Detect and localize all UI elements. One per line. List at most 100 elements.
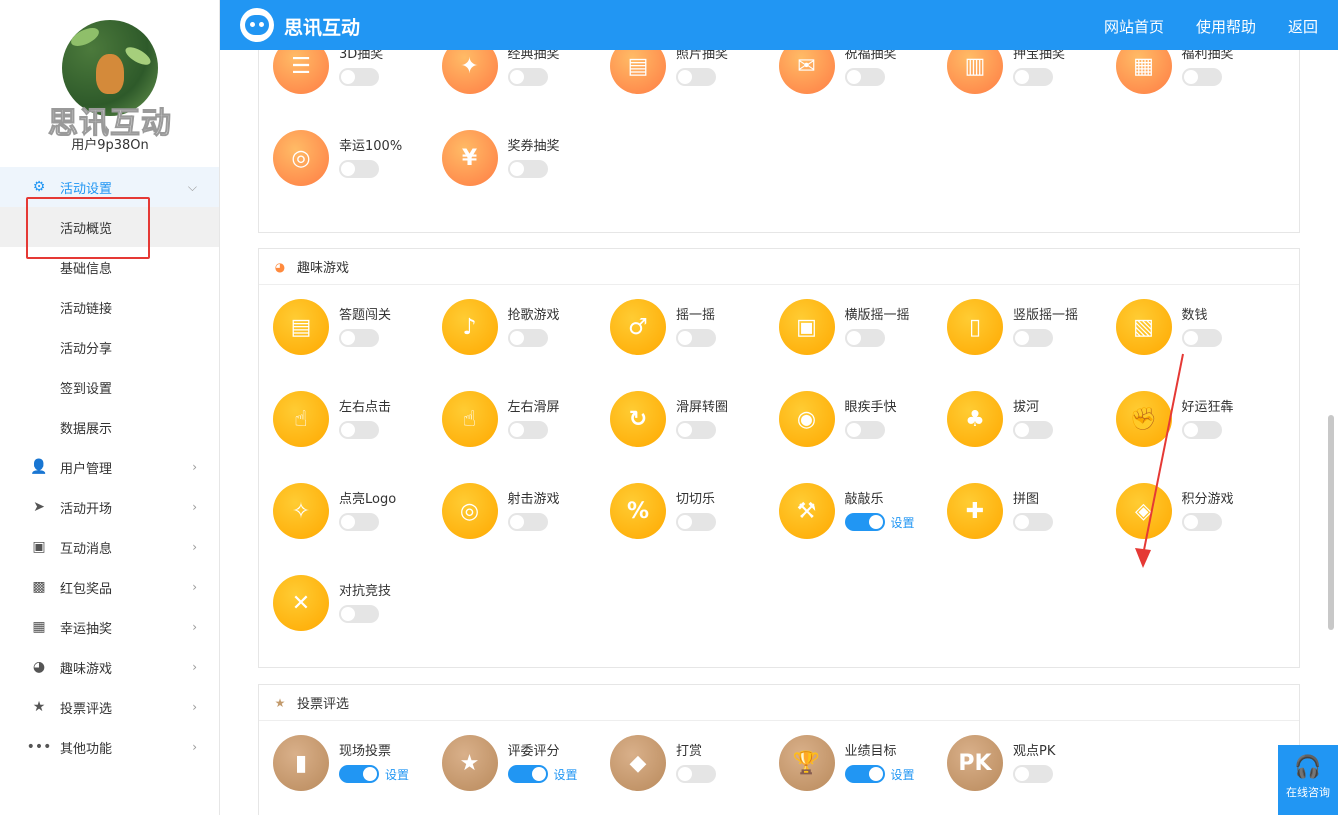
feature-label: 摇一摇 — [676, 308, 716, 323]
feature-icon: ◎ — [441, 483, 498, 539]
feature-toggle[interactable] — [844, 421, 885, 439]
settings-link[interactable]: 设置 — [554, 766, 578, 783]
sidebar-item-activity-settings[interactable]: ⚙ 活动设置 ⌵ — [0, 167, 219, 207]
feature-label: 滑屏转圈 — [676, 400, 729, 415]
feature-label: 业绩目标 — [844, 744, 897, 759]
settings-link[interactable]: 设置 — [891, 514, 915, 531]
sidebar-item-label: 其他功能 — [60, 741, 113, 757]
feature-toggle[interactable] — [1013, 513, 1053, 531]
section-title: ◕ 趣味游戏 — [259, 249, 1299, 285]
sidebar-item-label: 趣味游戏 — [60, 661, 113, 677]
sidebar-item-users[interactable]: 👤 用户管理 › — [0, 447, 219, 487]
feature-item: ◎ 射击游戏 — [441, 483, 610, 545]
feature-toggle[interactable] — [676, 513, 716, 531]
nav-back-link[interactable]: 返回 — [1288, 16, 1318, 37]
avatar-leaf — [122, 43, 154, 69]
submenu-item-checkin[interactable]: 签到设置 — [0, 367, 219, 407]
feature-toggle[interactable] — [507, 421, 548, 439]
submenu-item-data[interactable]: 数据展示 — [0, 407, 219, 447]
feature-icon: ☝ — [273, 391, 329, 447]
feature-icon: PK — [947, 735, 1003, 791]
sidebar-item-messages[interactable]: ▣ 互动消息 › — [0, 527, 219, 567]
feature-toggle[interactable] — [676, 765, 716, 783]
feature-toggle[interactable] — [844, 765, 885, 783]
feature-item: 🏆 业绩目标 设置 — [778, 735, 947, 797]
settings-link[interactable]: 设置 — [385, 766, 409, 783]
feature-toggle[interactable] — [1181, 421, 1222, 439]
feature-toggle[interactable] — [1013, 329, 1053, 347]
chevron-right-icon: › — [192, 660, 197, 674]
feature-icon: ▮ — [273, 735, 329, 791]
submenu-item-overview[interactable]: 活动概览 — [0, 207, 219, 247]
feature-toggle[interactable] — [339, 605, 379, 623]
feature-toggle[interactable] — [339, 160, 379, 178]
sidebar-item-label: 红包奖品 — [60, 581, 113, 597]
feature-item: ✊ 好运狂犇 — [1115, 391, 1284, 453]
online-consult-button[interactable]: 🎧 在线咨询 — [1278, 745, 1338, 815]
sidebar-item-red-packets[interactable]: ▩ 红包奖品 › — [0, 567, 219, 607]
headset-icon: 🎧 — [1294, 755, 1322, 780]
feature-toggle[interactable] — [676, 421, 716, 439]
feature-toggle[interactable] — [339, 68, 379, 86]
feature-toggle[interactable] — [339, 765, 379, 783]
sidebar-item-lottery[interactable]: ▦ 幸运抽奖 › — [0, 607, 219, 647]
feature-item: ◉ 眼疾手快 — [778, 391, 947, 453]
chevron-right-icon: › — [192, 540, 197, 554]
sidebar-item-games[interactable]: ◕ 趣味游戏 › — [0, 647, 219, 687]
nav-help-link[interactable]: 使用帮助 — [1196, 16, 1256, 37]
feature-label: 竖版摇一摇 — [1013, 308, 1079, 323]
more-icon: ••• — [26, 739, 52, 755]
feature-toggle[interactable] — [676, 68, 716, 86]
feature-toggle[interactable] — [507, 329, 548, 347]
feature-label: 敲敲乐 — [844, 492, 884, 507]
sidebar-item-voting[interactable]: ★ 投票评选 › — [0, 687, 219, 727]
game-icon: ◕ — [32, 659, 46, 675]
feature-item: ♪ 抢歌游戏 — [441, 299, 610, 361]
feature-icon: ◎ — [273, 130, 329, 186]
feature-toggle[interactable] — [1013, 68, 1053, 86]
feature-toggle[interactable] — [507, 68, 548, 86]
submenu-item-basic-info[interactable]: 基础信息 — [0, 247, 219, 287]
feature-icon: ↻ — [610, 391, 666, 447]
feature-label: 左右点击 — [339, 400, 392, 415]
feature-toggle[interactable] — [507, 160, 548, 178]
feature-item: ☰ 3D抽奖 — [273, 50, 441, 100]
feature-toggle[interactable] — [1181, 68, 1222, 86]
sidebar-item-other[interactable]: ••• 其他功能 › — [0, 727, 219, 767]
feature-toggle[interactable] — [676, 329, 716, 347]
feature-toggle[interactable] — [844, 68, 885, 86]
feature-item: ◈ 积分游戏 — [1115, 483, 1284, 545]
feature-toggle[interactable] — [1013, 765, 1053, 783]
sidebar-item-label: 用户管理 — [60, 461, 113, 477]
voting-section: ★ 投票评选 ▮ 现场投票 设置 ★ 评委评分 设置 ◆ 打赏 🏆 业绩目标 设置 PK 观点PK — [258, 684, 1300, 815]
submenu-item-links[interactable]: 活动链接 — [0, 287, 219, 327]
nav-home-link[interactable]: 网站首页 — [1104, 16, 1164, 37]
feature-toggle[interactable] — [339, 329, 379, 347]
feature-item: ☝ 左右滑屏 — [441, 391, 610, 453]
sidebar-item-label: 活动开场 — [60, 501, 113, 517]
feature-toggle[interactable] — [1181, 329, 1222, 347]
submenu-item-share[interactable]: 活动分享 — [0, 327, 219, 367]
chevron-right-icon: › — [192, 580, 197, 594]
feature-item: ▯ 竖版摇一摇 — [947, 299, 1115, 361]
feature-toggle[interactable] — [339, 513, 379, 531]
feature-toggle[interactable] — [844, 329, 885, 347]
feature-toggle[interactable] — [507, 513, 548, 531]
settings-link[interactable]: 设置 — [891, 766, 915, 783]
feature-toggle[interactable] — [507, 765, 548, 783]
feature-toggle[interactable] — [339, 421, 379, 439]
feature-label: 切切乐 — [676, 492, 716, 507]
feature-toggle[interactable] — [1181, 513, 1222, 531]
sidebar-item-label: 活动设置 — [60, 181, 113, 197]
feature-item: ▧ 数钱 — [1115, 299, 1284, 361]
scrollbar[interactable] — [1328, 415, 1334, 630]
feature-icon: ▦ — [1115, 50, 1172, 94]
feature-toggle[interactable] — [844, 513, 885, 531]
feature-icon: ✊ — [1115, 391, 1172, 447]
feature-toggle[interactable] — [1013, 421, 1053, 439]
feature-label: 拔河 — [1013, 400, 1040, 415]
feature-icon: ◉ — [778, 391, 835, 447]
feature-label: 拼图 — [1013, 492, 1040, 507]
feature-label: 评委评分 — [507, 744, 560, 759]
sidebar-item-opening[interactable]: ➤ 活动开场 › — [0, 487, 219, 527]
